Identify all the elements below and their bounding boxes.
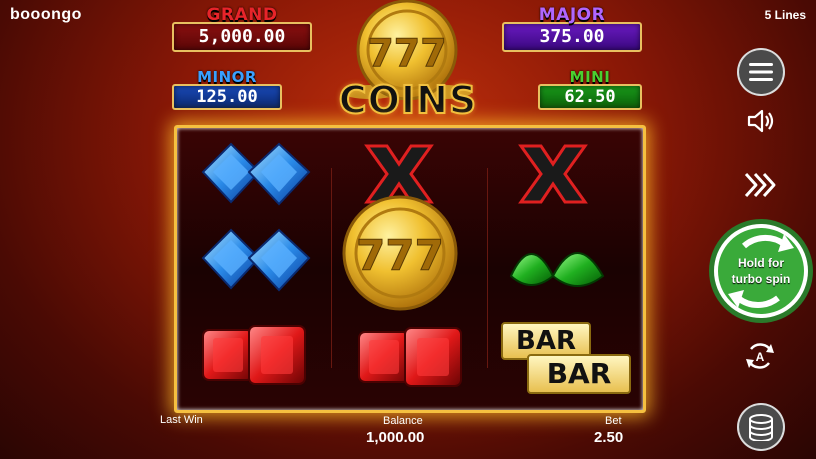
sound-button[interactable] [744, 106, 778, 136]
game-title: COINS [338, 78, 478, 122]
fast-forward-button[interactable] [742, 168, 778, 202]
x-symbol-icon [518, 144, 588, 204]
reel-divider [487, 168, 488, 368]
green-emerald-icon [509, 252, 605, 287]
autoplay-letter: A [756, 350, 765, 364]
red-ruby-icon [202, 325, 306, 385]
red-ruby-icon [358, 327, 462, 387]
menu-button[interactable] [737, 48, 785, 96]
jackpot-mini-value: 62.50 [538, 84, 642, 110]
bar-bar-symbol: BAR BAR [501, 322, 633, 394]
logo-coin-text: 777 [367, 31, 446, 75]
last-win-label: Last Win [160, 414, 203, 426]
jackpot-major: MAJOR 375.00 [502, 6, 642, 52]
speaker-icon [747, 109, 774, 133]
autoplay-button[interactable]: A [742, 338, 778, 374]
coin-stack-icon [749, 414, 773, 441]
reel-area: 777 BAR BAR [174, 125, 646, 413]
jackpot-grand: GRAND 5,000.00 [172, 6, 312, 52]
coin-symbol-text: 777 [356, 231, 444, 280]
bet-value: 2.50 [594, 429, 624, 446]
bet-label: Bet [605, 415, 622, 427]
blue-diamond-icon [201, 228, 311, 292]
jackpot-mini: MINI 62.50 [538, 68, 642, 110]
autoplay-icon: A [746, 343, 774, 369]
lines-indicator: 5 Lines [764, 8, 806, 22]
balance-value: 1,000.00 [366, 429, 425, 446]
gold-777-coin-icon: 777 [342, 195, 458, 311]
jackpot-minor: MINOR 125.00 [172, 68, 282, 110]
fast-forward-icon [744, 172, 776, 198]
hamburger-icon [749, 63, 773, 81]
bet-settings-button[interactable] [737, 403, 785, 451]
jackpot-major-value: 375.00 [502, 22, 642, 52]
blue-diamond-icon [201, 142, 311, 206]
reel-divider [331, 168, 332, 368]
brand-logo: booongo [10, 6, 82, 23]
turbo-hint-line2: turbo spin [731, 272, 791, 286]
balance-label: Balance [383, 415, 423, 427]
bar-symbol-bottom: BAR [527, 354, 631, 394]
turbo-hint-line1: Hold for [738, 256, 784, 270]
jackpot-minor-value: 125.00 [172, 84, 282, 110]
jackpot-grand-value: 5,000.00 [172, 22, 312, 52]
spin-button[interactable]: Hold for turbo spin [714, 224, 808, 318]
